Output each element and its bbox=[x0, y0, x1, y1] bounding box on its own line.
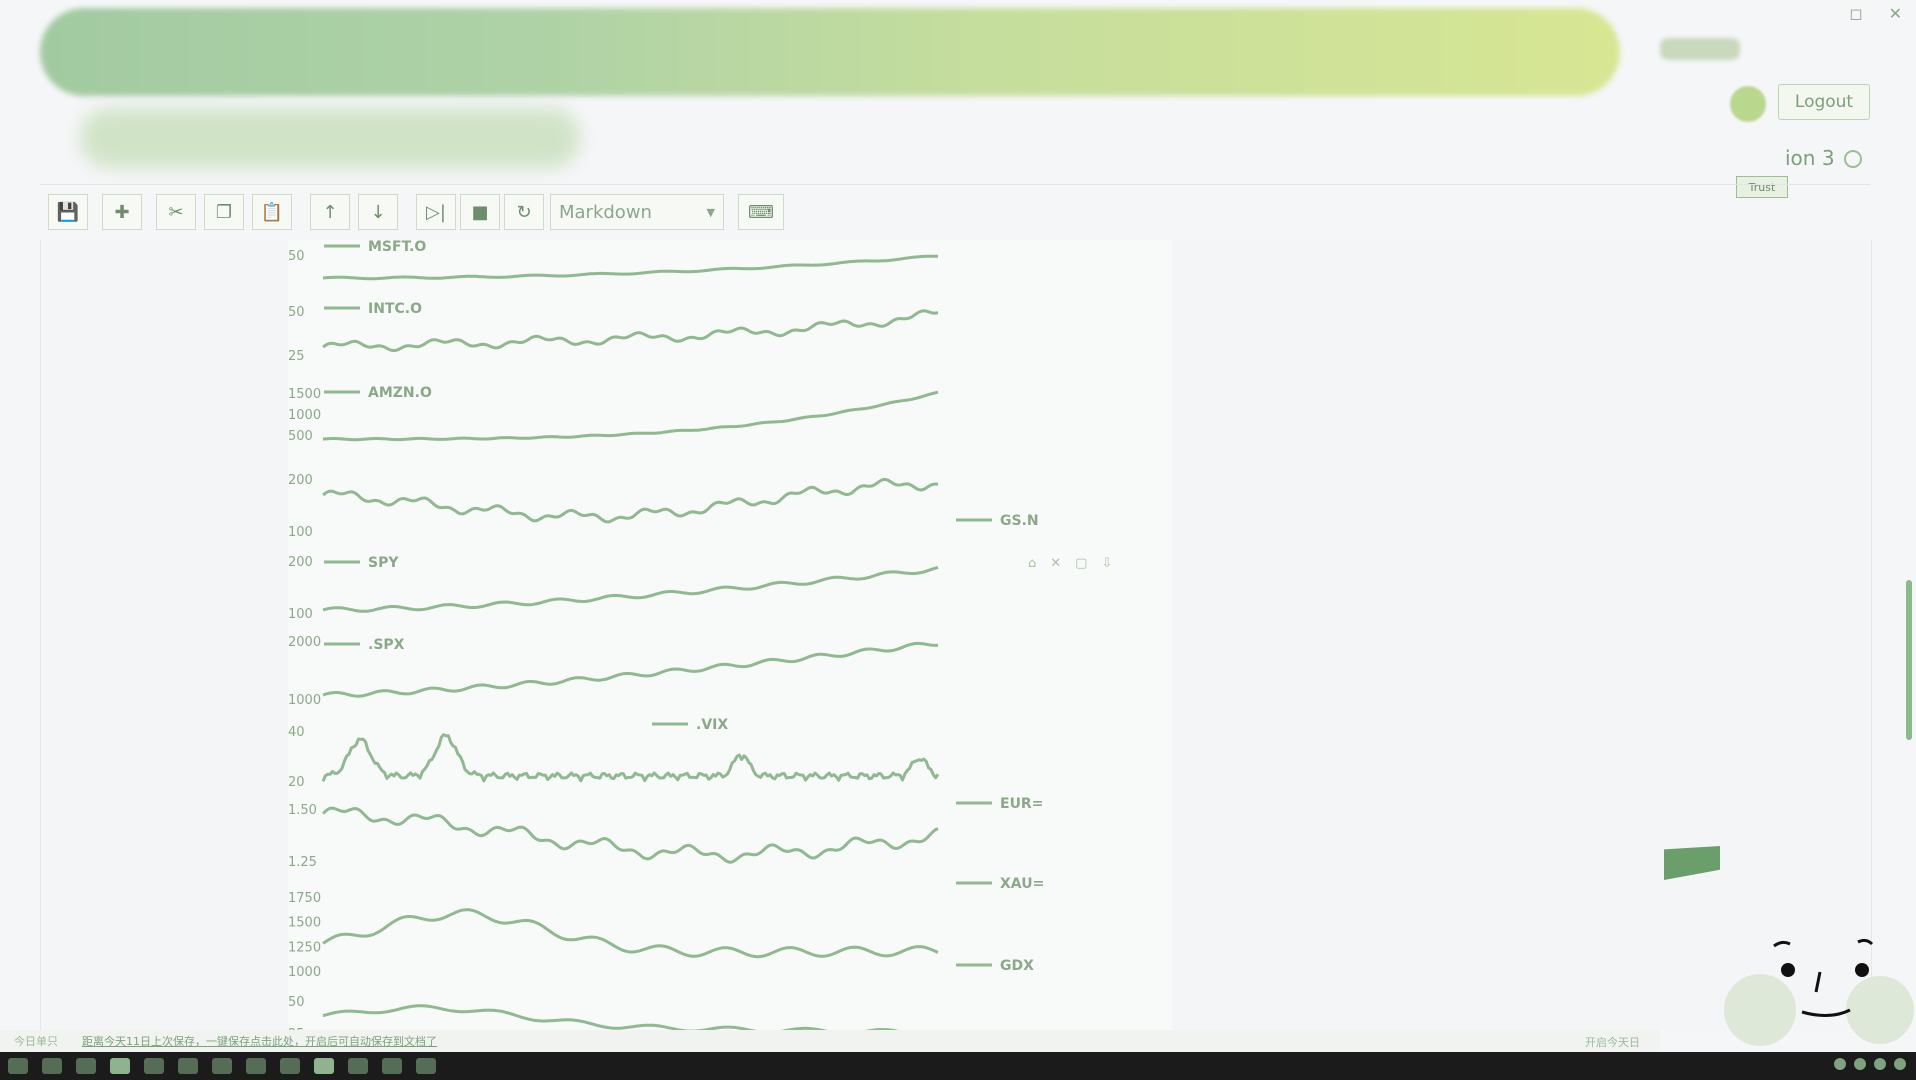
series-line bbox=[321, 733, 940, 783]
shield-icon[interactable] bbox=[1834, 1058, 1846, 1070]
app-icon[interactable] bbox=[178, 1058, 198, 1074]
kernel-name: ion 3 bbox=[1785, 146, 1835, 170]
app-icon[interactable] bbox=[348, 1058, 368, 1074]
legend-label: .VIX bbox=[696, 717, 728, 733]
y-tick-label: 40 bbox=[288, 725, 305, 740]
copy-icon[interactable]: ❐ bbox=[204, 194, 244, 230]
status-left: 今日单只 bbox=[14, 1035, 58, 1048]
cell-type-select[interactable]: Markdown ▼ bbox=[550, 194, 724, 230]
app-icon[interactable] bbox=[246, 1058, 266, 1074]
legend-label: GS.N bbox=[1000, 513, 1039, 529]
legend-label: AMZN.O bbox=[368, 385, 432, 401]
y-tick-label: 50 bbox=[288, 305, 305, 320]
step-forward-icon[interactable]: ▷| bbox=[416, 194, 456, 230]
app-icon[interactable] bbox=[314, 1058, 334, 1074]
y-tick-label: 20 bbox=[288, 775, 305, 790]
task-view-icon[interactable] bbox=[76, 1058, 96, 1074]
header-divider bbox=[40, 184, 1870, 185]
y-tick-label: 1500 bbox=[288, 387, 321, 402]
series-line bbox=[322, 565, 939, 613]
network-icon[interactable] bbox=[1854, 1058, 1866, 1070]
scrollbar-thumb[interactable] bbox=[1906, 580, 1912, 740]
y-tick-label: 50 bbox=[288, 249, 305, 264]
system-tray bbox=[1834, 1058, 1906, 1070]
start-menu-icon[interactable] bbox=[8, 1058, 28, 1074]
output-plot-area: 50 MSFT.O 50 25 INTC.O 1500 1000 500 AMZN.O 200 10… bbox=[288, 240, 1172, 1030]
app-icon[interactable] bbox=[416, 1058, 436, 1074]
notification-icon[interactable] bbox=[1894, 1058, 1906, 1070]
y-tick-label: 200 bbox=[288, 473, 313, 488]
scissors-icon[interactable]: ✂ bbox=[156, 194, 196, 230]
y-tick-label: 1750 bbox=[288, 891, 321, 906]
arrow-up-icon[interactable]: ↑ bbox=[310, 194, 350, 230]
y-tick-label: 1000 bbox=[288, 693, 321, 708]
logout-button[interactable]: Logout bbox=[1778, 84, 1870, 120]
y-tick-label: 200 bbox=[288, 555, 313, 570]
legend-label: SPY bbox=[368, 555, 399, 571]
figure-home-icon[interactable]: ⌂ bbox=[1028, 556, 1036, 571]
status-bar: 今日单只 距离今天11日上次保存，一键保存点击此处，开启后可自动保存到文档了 开… bbox=[0, 1030, 1660, 1052]
y-tick-label: 1250 bbox=[288, 940, 321, 955]
stop-icon[interactable]: ■ bbox=[460, 194, 500, 230]
figure-pan-icon[interactable]: ✕ bbox=[1050, 556, 1061, 571]
figure-toolbar: ⌂ ✕ ▢ ⇩ bbox=[1028, 556, 1112, 571]
y-tick-label: 1000 bbox=[288, 965, 321, 980]
blurred-notebook-title bbox=[80, 108, 580, 168]
window-controls: ◻ ✕ bbox=[1849, 4, 1902, 23]
legend-label: GDX bbox=[1000, 958, 1034, 974]
browser-icon[interactable] bbox=[110, 1058, 130, 1074]
series-line bbox=[322, 641, 939, 698]
y-tick-label: 2000 bbox=[288, 635, 321, 650]
volume-icon[interactable] bbox=[1874, 1058, 1886, 1070]
folder-icon[interactable] bbox=[144, 1058, 164, 1074]
series-line bbox=[322, 477, 939, 524]
figure-zoom-icon[interactable]: ▢ bbox=[1075, 556, 1087, 571]
trusted-badge[interactable]: Trust bbox=[1736, 176, 1788, 198]
y-tick-label: 1000 bbox=[288, 408, 321, 423]
restore-icon[interactable]: ◻ bbox=[1849, 4, 1862, 23]
user-chip bbox=[1660, 38, 1740, 60]
close-icon[interactable]: ✕ bbox=[1889, 4, 1902, 23]
y-tick-label: 1.50 bbox=[288, 803, 317, 818]
y-tick-label: 100 bbox=[288, 607, 313, 622]
paste-icon[interactable]: 📋 bbox=[252, 194, 292, 230]
restart-icon[interactable]: ↻ bbox=[504, 194, 544, 230]
legend-label: EUR= bbox=[1000, 796, 1043, 812]
y-tick-label: 500 bbox=[288, 429, 313, 444]
save-icon[interactable]: 💾 bbox=[48, 194, 88, 230]
avatar bbox=[1730, 86, 1766, 122]
y-tick-label: 50 bbox=[288, 995, 305, 1010]
series-line bbox=[321, 806, 939, 864]
stacked-line-chart: 50 MSFT.O 50 25 INTC.O 1500 1000 500 AMZN.O 200 10… bbox=[288, 240, 1044, 1030]
legend-label: XAU= bbox=[1000, 876, 1044, 892]
autosave-link[interactable]: 距离今天11日上次保存，一键保存点击此处，开启后可自动保存到文档了 bbox=[82, 1033, 437, 1049]
search-icon[interactable] bbox=[42, 1058, 62, 1074]
os-taskbar bbox=[0, 1052, 1916, 1080]
app-icon[interactable] bbox=[280, 1058, 300, 1074]
legend-label: INTC.O bbox=[368, 301, 422, 317]
kernel-status-icon bbox=[1844, 150, 1862, 168]
status-right: 开启今天日 bbox=[1585, 1036, 1640, 1049]
chevron-down-icon: ▼ bbox=[706, 205, 715, 219]
cell-type-value: Markdown bbox=[559, 201, 652, 223]
app-icon[interactable] bbox=[212, 1058, 232, 1074]
plus-icon[interactable]: ✚ bbox=[102, 194, 142, 230]
y-tick-label: 1.25 bbox=[288, 855, 317, 870]
y-tick-label: 1500 bbox=[288, 916, 321, 931]
legend-label: .SPX bbox=[368, 637, 405, 653]
blurred-header-banner bbox=[40, 8, 1620, 96]
legend-label: MSFT.O bbox=[368, 240, 426, 255]
y-tick-label: 25 bbox=[288, 349, 305, 364]
series-line bbox=[322, 1004, 900, 1030]
series-line bbox=[322, 254, 938, 281]
keyboard-icon[interactable]: ⌨ bbox=[738, 194, 784, 230]
mascot-overlay bbox=[1724, 938, 1914, 1046]
figure-save-icon[interactable]: ⇩ bbox=[1101, 556, 1112, 571]
arrow-down-icon[interactable]: ↓ bbox=[358, 194, 398, 230]
y-tick-label: 100 bbox=[288, 525, 313, 540]
app-icon[interactable] bbox=[382, 1058, 402, 1074]
series-line bbox=[322, 908, 939, 959]
